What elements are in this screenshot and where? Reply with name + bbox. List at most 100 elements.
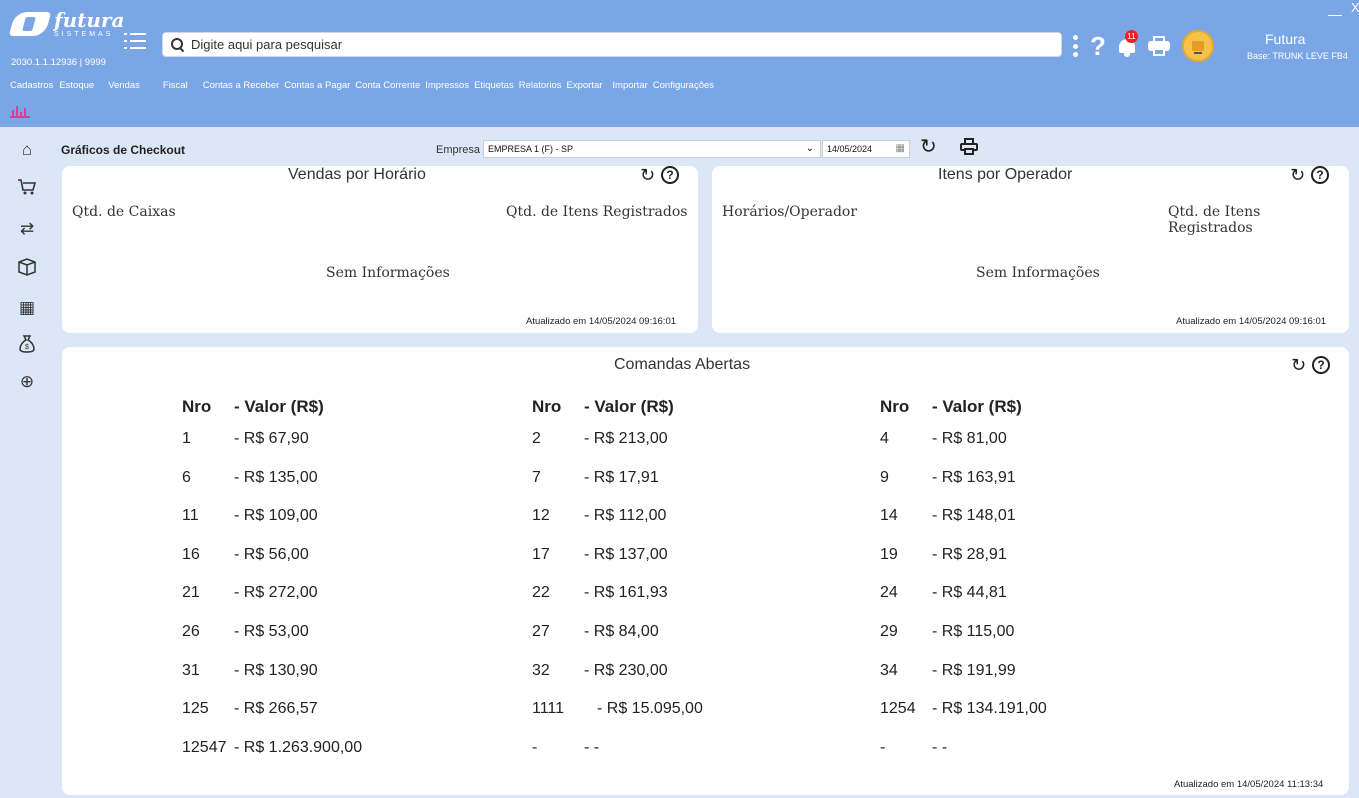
dashboard-icon[interactable]: ⌂ xyxy=(16,139,38,161)
search-bar[interactable] xyxy=(162,32,1062,57)
menu-impressos[interactable]: Impressos xyxy=(425,80,469,91)
notification-bell-icon[interactable]: 11 xyxy=(1118,30,1138,57)
comanda-nro: 9 xyxy=(880,469,889,486)
user-name[interactable]: Futura xyxy=(1265,31,1305,47)
sidebar: ⌂ ⇄ ▦ $ ⊕ xyxy=(0,127,52,798)
globe-icon[interactable]: ⊕ xyxy=(16,371,38,393)
comanda-nro: 125 xyxy=(182,700,209,717)
comanda-valor: - R$ 28,91 xyxy=(932,546,1007,563)
menu-cadastros[interactable]: Cadastros xyxy=(10,80,53,91)
comanda-valor: - R$ 135,00 xyxy=(234,469,318,486)
col-header-right: Qtd. de Itens Registrados xyxy=(1168,204,1261,236)
menu-contas-receber[interactable]: Contas a Receber xyxy=(203,80,280,91)
cash-register-icon[interactable]: ▦ xyxy=(16,297,38,319)
refresh-icon[interactable]: ↻ xyxy=(920,137,937,157)
comanda-valor: - R$ 1.263.900,00 xyxy=(234,739,363,756)
comanda-nro: 1111 xyxy=(532,700,565,717)
comanda-nro: 6 xyxy=(182,469,191,486)
minimize-button[interactable]: — xyxy=(1328,6,1342,22)
calendar-icon[interactable]: ▦ xyxy=(896,143,905,154)
col-header-left: Horários/Operador xyxy=(722,204,858,220)
comanda-nro: 2 xyxy=(532,430,541,447)
comanda-nro: - xyxy=(532,739,538,756)
cart-icon[interactable] xyxy=(16,177,38,199)
futura-logo-icon xyxy=(8,12,52,36)
comanda-valor: - R$ 230,00 xyxy=(584,662,668,679)
comanda-valor: - R$ 84,00 xyxy=(584,623,659,640)
menu-configuracoes[interactable]: Configurações xyxy=(653,80,714,91)
page-header: Gráficos de Checkout Empresa EMPRESA 1 (… xyxy=(52,132,1359,164)
menu-list-icon[interactable] xyxy=(124,32,146,50)
logo-brand: futura xyxy=(54,8,125,32)
comanda-valor: - R$ 44,81 xyxy=(932,584,1007,601)
comanda-nro: 1 xyxy=(182,430,191,447)
menu-relatorios[interactable]: Relatorios xyxy=(519,80,562,91)
empresa-label: Empresa xyxy=(436,144,481,156)
comanda-valor: - R$ 163,91 xyxy=(932,469,1016,486)
comanda-nro: 11 xyxy=(182,507,199,524)
refresh-icon[interactable]: ↻ xyxy=(1290,166,1305,184)
comanda-valor: - R$ 53,00 xyxy=(234,623,309,640)
print-icon[interactable] xyxy=(960,138,978,156)
col-header-left: Qtd. de Caixas xyxy=(72,204,176,220)
menu-estoque[interactable]: Estoque xyxy=(59,80,94,91)
close-button[interactable]: X xyxy=(1351,0,1359,15)
comanda-valor: - R$ 272,00 xyxy=(234,584,318,601)
comanda-valor: - R$ 266,57 xyxy=(234,700,318,717)
version-label: 2030.1.1.12936 | 9999 xyxy=(11,57,106,68)
chart-people-icon[interactable]: ⇄ xyxy=(16,218,38,240)
header-nro: Nro xyxy=(532,397,562,416)
menu-exportar[interactable]: Exportar xyxy=(566,80,602,91)
comanda-valor: - R$ 17,91 xyxy=(584,469,659,486)
menu-fiscal[interactable]: Fiscal xyxy=(163,80,188,91)
help-icon[interactable]: ? xyxy=(661,166,680,184)
search-input[interactable] xyxy=(191,37,1051,52)
bar-chart-tab-icon[interactable] xyxy=(10,104,30,118)
menu-conta-corrente[interactable]: Conta Corrente xyxy=(355,80,420,91)
box-icon[interactable] xyxy=(16,257,38,279)
comanda-nro: 32 xyxy=(532,662,550,679)
menu-vendas[interactable]: Vendas xyxy=(108,80,140,91)
comanda-nro: - xyxy=(880,739,886,756)
menu-etiquetas[interactable]: Etiquetas xyxy=(474,80,514,91)
printer-icon[interactable] xyxy=(1147,36,1170,56)
help-icon[interactable]: ? xyxy=(1312,356,1331,374)
comanda-valor: - R$ 213,00 xyxy=(584,430,668,447)
empresa-select[interactable]: EMPRESA 1 (F) - SP ⌄ xyxy=(483,140,821,158)
comanda-nro: 31 xyxy=(182,662,200,679)
futura-logo[interactable]: futura SISTEMAS xyxy=(8,8,125,38)
comanda-nro: 17 xyxy=(532,546,550,563)
empresa-value: EMPRESA 1 (F) - SP xyxy=(488,144,574,154)
updated-timestamp: Atualizado em 14/05/2024 09:16:01 xyxy=(1176,316,1327,327)
updated-timestamp: Atualizado em 14/05/2024 11:13:34 xyxy=(1174,779,1324,790)
comanda-valor: - R$ 67,90 xyxy=(234,430,309,447)
menu-contas-pagar[interactable]: Contas a Pagar xyxy=(284,80,350,91)
comanda-valor: - R$ 137,00 xyxy=(584,546,668,563)
menu-importar[interactable]: Importar xyxy=(612,80,647,91)
more-options-icon[interactable] xyxy=(1072,35,1078,57)
comanda-valor: - - xyxy=(584,739,600,756)
comanda-valor: - R$ 109,00 xyxy=(234,507,318,524)
help-icon[interactable]: ? xyxy=(1090,33,1106,59)
header-nro: Nro xyxy=(182,397,212,416)
comanda-nro: 16 xyxy=(182,546,200,563)
refresh-icon[interactable]: ↻ xyxy=(1291,356,1306,374)
col-header-right: Qtd. de Itens Registrados xyxy=(506,204,688,220)
comanda-valor: - R$ 115,00 xyxy=(932,623,1015,640)
comanda-nro: 26 xyxy=(182,623,200,640)
date-input[interactable]: 14/05/2024 ▦ xyxy=(822,140,910,158)
help-icon[interactable]: ? xyxy=(1311,166,1330,184)
refresh-icon[interactable]: ↻ xyxy=(640,166,655,184)
comanda-valor: - R$ 191,99 xyxy=(932,662,1016,679)
user-avatar[interactable] xyxy=(1181,30,1214,62)
comanda-nro: 19 xyxy=(880,546,898,563)
comanda-nro: 27 xyxy=(532,623,550,640)
money-bag-icon[interactable]: $ xyxy=(16,334,38,356)
empty-message: Sem Informações xyxy=(976,265,1100,281)
header-valor: - Valor (R$) xyxy=(932,397,1022,416)
header-valor: - Valor (R$) xyxy=(234,397,324,416)
header-nro: Nro xyxy=(880,397,910,416)
comanda-nro: 34 xyxy=(880,662,898,679)
main-menu: Cadastros Estoque Vendas Fiscal Contas a… xyxy=(10,80,714,91)
comanda-nro: 29 xyxy=(880,623,898,640)
